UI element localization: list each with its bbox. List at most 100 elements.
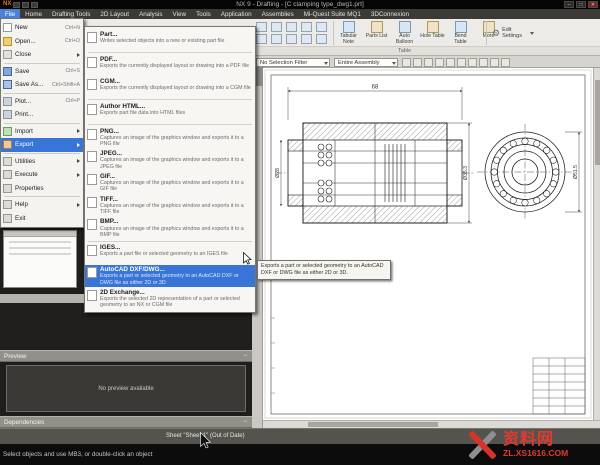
- selection-filter-dropdown[interactable]: No Selection Filter: [256, 58, 330, 67]
- auto-balloon-button[interactable]: Auto Balloon: [392, 21, 417, 45]
- file-menu-item-exit[interactable]: Exit: [1, 212, 83, 226]
- table-group-label: Table: [398, 48, 411, 54]
- preview-panel-header[interactable]: Preview −: [0, 350, 252, 362]
- snap-face-icon[interactable]: [501, 58, 510, 67]
- snap-intersection-icon[interactable]: [446, 58, 455, 67]
- bmp-image-icon: [87, 219, 97, 230]
- datum-icon[interactable]: [286, 22, 297, 32]
- file-menu-item-save[interactable]: Save Ctrl+S: [1, 65, 83, 79]
- file-menu-item-print[interactable]: Print...: [1, 108, 83, 122]
- export-item-bmp[interactable]: BMP...Captures an image of the graphics …: [85, 217, 255, 240]
- dim-side-diameter-label: Ø51.5: [573, 165, 579, 179]
- tab-analysis[interactable]: Analysis: [134, 9, 167, 19]
- drawing-sheet: 68 Ø35.3 Ø28: [263, 68, 600, 420]
- tab-tools[interactable]: Tools: [191, 9, 216, 19]
- nx-application-window: NX NX 9 - Drafting - [C clamping type_dw…: [0, 0, 600, 465]
- file-menu-item-new[interactable]: New Ctrl+N: [1, 21, 83, 35]
- crosshatch-icon[interactable]: [301, 34, 312, 44]
- export-item-gif[interactable]: GIF...Captures an image of the graphics …: [85, 171, 255, 194]
- weld-symbol-icon[interactable]: [271, 34, 282, 44]
- file-menu-item-save-as[interactable]: Save As... Ctrl+Shift+A: [1, 78, 83, 92]
- tab-view[interactable]: View: [168, 9, 192, 19]
- floating-window-titlebar: [4, 231, 76, 237]
- snap-endpoint-icon[interactable]: [413, 58, 422, 67]
- export-item-autocad-dxf-dwg[interactable]: AutoCAD DXF/DWG...Exports a part or sele…: [85, 265, 255, 288]
- snap-midpoint-icon[interactable]: [424, 58, 433, 67]
- watermark-site-url: ZL.XS1616.COM: [503, 448, 568, 458]
- vertical-scrollbar-thumb[interactable]: [595, 80, 600, 165]
- file-menu-item-utilities[interactable]: Utilities: [1, 155, 83, 169]
- qat-undo-icon[interactable]: [22, 2, 29, 8]
- bend-table-button[interactable]: Bend Table: [448, 21, 473, 45]
- minimize-button[interactable]: –: [564, 1, 574, 8]
- navigator-floating-window[interactable]: [3, 230, 77, 288]
- dim-left-diameter-label: Ø28: [275, 168, 281, 178]
- export-item-iges[interactable]: IGES...Exports a part file or selected g…: [85, 243, 255, 265]
- file-menu-item-export[interactable]: Export: [1, 138, 83, 152]
- export-item-2d-exchange[interactable]: 2D Exchange...Exports the selected 2D re…: [85, 287, 255, 310]
- vertical-scrollbar[interactable]: [593, 68, 600, 420]
- hole-table-button[interactable]: Hole Table: [420, 21, 445, 45]
- tab-application[interactable]: Application: [216, 9, 257, 19]
- export-item-author-html[interactable]: Author HTML...Exports part file data int…: [85, 101, 255, 123]
- horizontal-scrollbar-thumb[interactable]: [308, 422, 438, 427]
- file-menu-item-close[interactable]: Close: [1, 48, 83, 62]
- balloon-icon[interactable]: [301, 22, 312, 32]
- close-button[interactable]: ✕: [588, 1, 598, 8]
- chevron-down-icon: [530, 32, 534, 35]
- submenu-arrow-icon: [77, 173, 80, 177]
- parts-list-button[interactable]: Parts List: [364, 21, 389, 45]
- symbol-icon[interactable]: [316, 22, 327, 32]
- menu-separator: [88, 99, 252, 100]
- export-item-tiff[interactable]: TIFF...Captures an image of the graphics…: [85, 194, 255, 217]
- utilities-icon: [3, 157, 12, 166]
- snap-center-icon[interactable]: [435, 58, 444, 67]
- tabular-note-button[interactable]: Tabular Note: [336, 21, 361, 45]
- import-icon: [3, 127, 12, 136]
- dependencies-panel-header[interactable]: Dependencies −: [0, 416, 252, 428]
- export-item-jpeg[interactable]: JPEG...Captures an image of the graphics…: [85, 149, 255, 172]
- qat-redo-icon[interactable]: [31, 2, 38, 8]
- centerline-icon[interactable]: [316, 34, 327, 44]
- watermark: 资料网 ZL.XS1616.COM: [462, 424, 600, 465]
- snap-existing-point-icon[interactable]: [468, 58, 477, 67]
- menu-separator: [4, 93, 80, 94]
- export-item-pdf[interactable]: PDF...Exports the currently displayed la…: [85, 54, 255, 76]
- graphics-window[interactable]: 68 Ø35.3 Ø28: [263, 68, 600, 428]
- window-controls: – □ ✕: [564, 1, 598, 8]
- file-menu-item-execute[interactable]: Execute: [1, 168, 83, 182]
- export-item-png[interactable]: PNG...Captures an image of the graphics …: [85, 126, 255, 149]
- dim-front-diameter-label: Ø35.3: [463, 166, 469, 180]
- tiff-image-icon: [87, 197, 97, 208]
- note-icon[interactable]: [256, 22, 267, 32]
- edit-settings-button[interactable]: ⚙ Edit Settings: [492, 27, 534, 39]
- chevron-down-icon: [324, 62, 328, 65]
- snap-grid-icon[interactable]: [490, 58, 499, 67]
- maximize-button[interactable]: □: [576, 1, 586, 8]
- file-menu-item-plot[interactable]: Plot... Ctrl+P: [1, 95, 83, 109]
- tab-3dconnexion[interactable]: 3DConnexion: [366, 9, 414, 19]
- snap-tangent-icon[interactable]: [479, 58, 488, 67]
- submenu-arrow-icon: [77, 129, 80, 133]
- qat-save-icon[interactable]: [13, 2, 20, 8]
- execute-icon: [3, 170, 12, 179]
- surface-finish-icon[interactable]: [256, 34, 267, 44]
- target-icon[interactable]: [286, 34, 297, 44]
- tab-assemblies[interactable]: Assemblies: [257, 9, 299, 19]
- feature-control-frame-icon[interactable]: [271, 22, 282, 32]
- menu-separator: [4, 123, 80, 124]
- snap-quadrant-icon[interactable]: [457, 58, 466, 67]
- snap-point-icon[interactable]: [402, 58, 411, 67]
- export-item-part[interactable]: Part...Writes selected objects into a ne…: [85, 29, 255, 51]
- file-menu-item-import[interactable]: Import: [1, 125, 83, 139]
- ribbon-separator: [486, 21, 487, 45]
- export-item-cgm[interactable]: CGM...Exports the currently displayed la…: [85, 76, 255, 98]
- file-menu-item-help[interactable]: Help: [1, 198, 83, 212]
- tab-2d-layout[interactable]: 2D Layout: [95, 9, 134, 19]
- collapse-icon[interactable]: −: [243, 351, 247, 362]
- collapse-icon[interactable]: −: [243, 417, 247, 428]
- file-menu-item-open[interactable]: Open... Ctrl+O: [1, 35, 83, 49]
- file-menu-item-properties[interactable]: Properties: [1, 182, 83, 196]
- tab-mi-quest-suite[interactable]: Mi-Quest Suite MQ1: [299, 9, 366, 19]
- selection-scope-dropdown[interactable]: Entire Assembly: [334, 58, 398, 67]
